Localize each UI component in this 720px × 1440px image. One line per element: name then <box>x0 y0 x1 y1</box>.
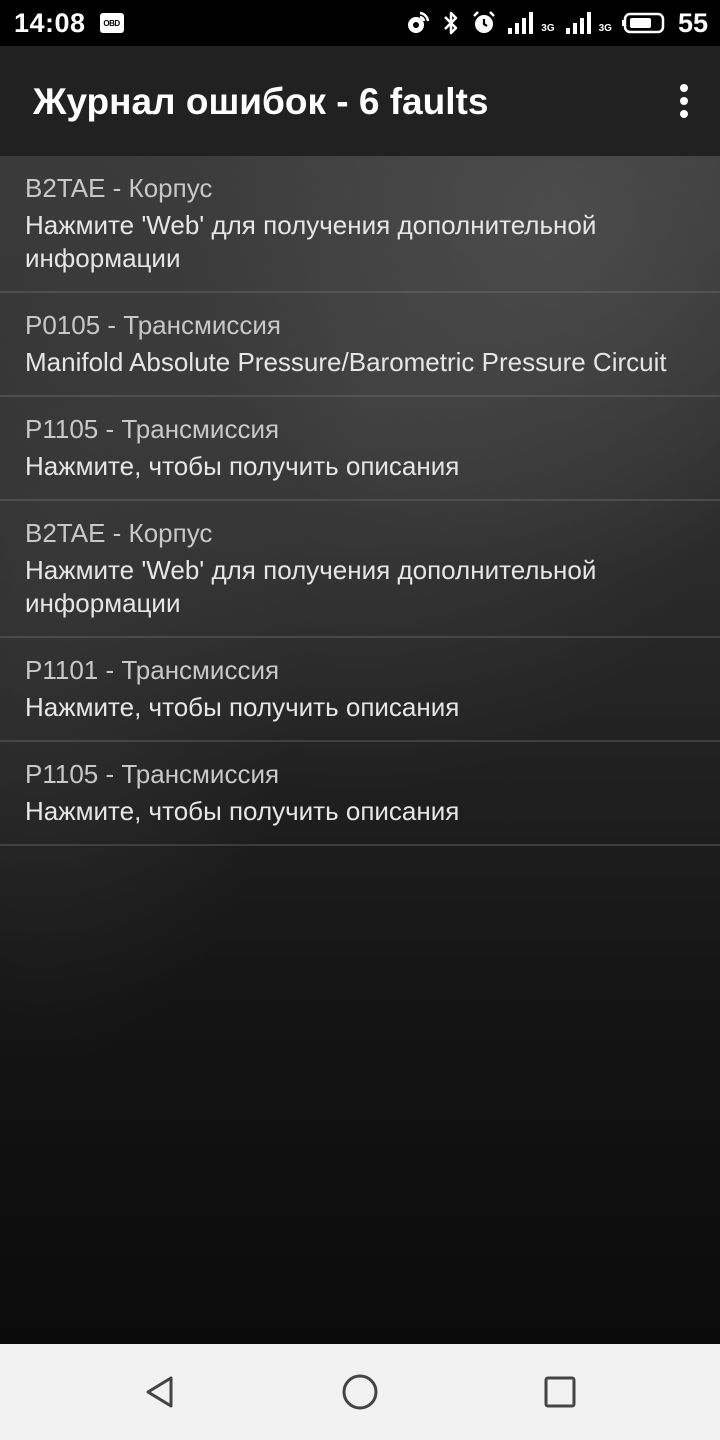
nav-home-button[interactable] <box>340 1372 380 1412</box>
signal-icon <box>565 11 595 35</box>
more-vert-icon <box>680 84 688 118</box>
page-title: Журнал ошибок - 6 faults <box>33 81 489 122</box>
fault-description: Нажмите 'Web' для получения дополнительн… <box>25 210 597 273</box>
fault-list-item[interactable]: B2TAE - Корпус Нажмите 'Web' для получен… <box>0 156 720 293</box>
fault-list-item[interactable]: P1101 - Трансмиссия Нажмите, чтобы получ… <box>0 638 720 742</box>
recents-square-icon <box>544 1376 576 1408</box>
fault-code: P1105 - Трансмиссия <box>25 414 280 444</box>
app-bar: Журнал ошибок - 6 faults <box>0 46 720 156</box>
status-bar: 14:08 OBD 3G 3G 55 <box>0 0 720 46</box>
network-type-label: 3G <box>541 22 555 34</box>
navigation-bar <box>0 1344 720 1440</box>
fault-list: B2TAE - Корпус Нажмите 'Web' для получен… <box>0 156 720 846</box>
alarm-icon <box>471 10 497 36</box>
fault-description: Нажмите, чтобы получить описания <box>25 692 460 722</box>
fault-code: B2TAE - Корпус <box>25 518 213 548</box>
signal-icon <box>507 11 537 35</box>
nav-recents-button[interactable] <box>540 1372 580 1412</box>
fault-code: P0105 - Трансмиссия <box>25 310 281 340</box>
fault-description: Нажмите, чтобы получить описания <box>25 451 460 481</box>
network-type-label: 3G <box>598 22 612 34</box>
nav-back-button[interactable] <box>140 1372 180 1412</box>
fault-description: Manifold Absolute Pressure/Barometric Pr… <box>25 347 667 377</box>
obd-app-icon: OBD <box>99 13 124 33</box>
fault-list-item[interactable]: B2TAE - Корпус Нажмите 'Web' для получен… <box>0 501 720 638</box>
battery-level: 55 <box>677 7 708 38</box>
fault-list-item[interactable]: P1105 - Трансмиссия Нажмите, чтобы получ… <box>0 397 720 501</box>
back-triangle-icon <box>146 1376 173 1408</box>
status-time: 14:08 <box>14 7 86 38</box>
home-circle-icon <box>342 1374 378 1410</box>
fault-list-item[interactable]: P0105 - Трансмиссия Manifold Absolute Pr… <box>0 293 720 397</box>
fault-code: B2TAE - Корпус <box>25 173 213 203</box>
battery-icon <box>621 12 668 34</box>
overflow-menu-button[interactable] <box>672 79 696 123</box>
fault-code: P1105 - Трансмиссия <box>25 759 280 789</box>
hotspot-icon <box>405 10 431 36</box>
fault-log-content: B2TAE - Корпус Нажмите 'Web' для получен… <box>0 156 720 1344</box>
fault-description: Нажмите 'Web' для получения дополнительн… <box>25 555 597 618</box>
fault-code: P1101 - Трансмиссия <box>25 655 280 685</box>
fault-description: Нажмите, чтобы получить описания <box>25 796 460 826</box>
bluetooth-icon <box>441 10 461 36</box>
fault-list-item[interactable]: P1105 - Трансмиссия Нажмите, чтобы получ… <box>0 742 720 846</box>
